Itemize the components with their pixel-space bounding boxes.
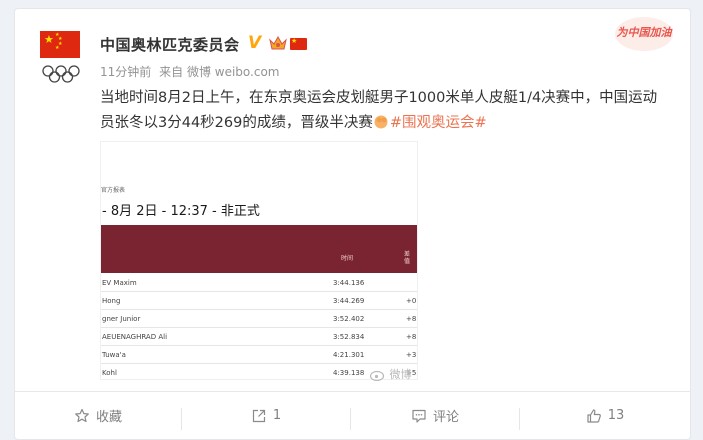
athlete-time: 3:52.834 [333,333,365,341]
post-text: 当地时间8月2日上午，在东京奥运会皮划艇男子1000米单人皮艇1/4决赛中，中国… [100,86,665,136]
support-stamp: 为中国加油 [613,14,675,54]
athlete-name: gner Junior [102,315,141,323]
mini-flag-icon: ★ [290,37,307,50]
col-diff-label: 差 值 [404,251,411,265]
star-icon [75,408,89,422]
hashtag-link[interactable]: #围观奥运会# [390,115,487,131]
weibo-post-card: ★ ★ ★ ★ ★ 中国奥林匹克委员会 V ★ 11分钟前 来自 微博 weib… [14,8,691,440]
thumbs-up-icon [587,408,601,423]
favorite-label: 收藏 [95,410,122,425]
flex-emoji-icon [374,115,388,129]
table-row: Hong 3:44.269 +0 [101,292,417,310]
results-header-band [101,225,417,273]
olympic-rings-icon [42,65,80,83]
athlete-name: Hong [102,297,121,305]
athlete-name: Kohl [102,369,117,377]
post-meta: 11分钟前 来自 微博 weibo.com [100,63,284,80]
post-time[interactable]: 11分钟前 [100,65,151,79]
stamp-text: 为中国加油 [616,26,672,39]
athlete-time: 3:44.269 [333,297,365,305]
verified-badge-icon: V [248,33,262,53]
comment-icon [412,409,426,423]
athlete-name: AEUENAGHRAD Ali [102,333,168,341]
post-image[interactable]: 官方报表 - 8月 2日 - 12:37 - 非正式 时间 差 值 EV Max… [100,141,418,380]
repost-icon [252,409,265,422]
like-button[interactable]: 13 [520,392,690,439]
athlete-diff: +0 [406,297,417,305]
athlete-diff: +37 [406,351,417,359]
repost-count: 1 [272,408,282,423]
table-row: gner Junior 3:52.402 +8 [101,310,417,328]
repost-button[interactable]: 1 [182,392,350,439]
like-count: 13 [607,408,625,423]
table-row: AEUENAGHRAD Ali 3:52.834 +8 [101,328,417,346]
action-bar: 收藏 1 评论 13 [15,392,690,439]
image-header: - 8月 2日 - 12:37 - 非正式 [102,204,260,219]
image-caption: 官方报表 [101,187,126,194]
author-name[interactable]: 中国奥林匹克委员会 [100,34,240,55]
athlete-time: 4:39.138 [333,369,365,377]
comment-label: 评论 [432,410,459,425]
crown-icon [269,36,287,50]
watermark-text: 微博 [389,368,412,381]
china-flag-icon: ★ ★ ★ ★ ★ [40,31,80,58]
col-time-label: 时间 [341,255,354,262]
table-row: EV Maxim 3:44.136 [101,274,417,292]
weibo-logo-icon [369,370,385,381]
athlete-time: 3:44.136 [333,279,365,287]
athlete-time: 3:52.402 [333,315,365,323]
table-row: Tuwa'a 4:21.301 +37 [101,346,417,364]
athlete-diff: +8 [406,333,417,341]
favorite-button[interactable]: 收藏 [15,392,181,439]
athlete-time: 4:21.301 [333,351,365,359]
athlete-diff: +8 [406,315,417,323]
comment-button[interactable]: 评论 [351,392,519,439]
avatar[interactable]: ★ ★ ★ ★ ★ [40,31,80,89]
athlete-name: Tuwa'a [102,351,126,359]
source-prefix: 来自 [159,65,184,79]
athlete-name: EV Maxim [102,279,137,287]
post-source[interactable]: 微博 weibo.com [187,65,280,79]
image-watermark: 微博 [369,366,412,382]
